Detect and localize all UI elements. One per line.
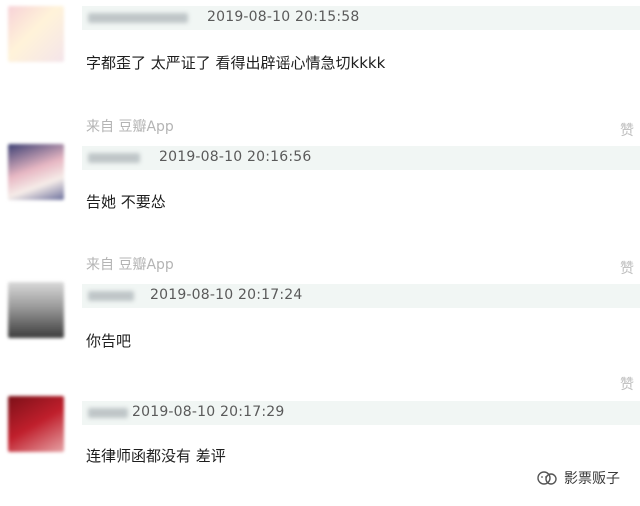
- avatar[interactable]: [8, 6, 64, 62]
- comment-meta: 赞: [0, 374, 640, 394]
- comment-text: 你告吧: [86, 332, 132, 350]
- timestamp: 2019-08-10 20:16:56: [159, 149, 312, 165]
- avatar[interactable]: [8, 144, 64, 200]
- like-button[interactable]: 赞: [620, 374, 634, 394]
- avatar[interactable]: [8, 282, 64, 338]
- comment-header: 2019-08-10 20:15:58: [82, 6, 640, 30]
- comment-text: 告她 不要怂: [86, 193, 166, 211]
- comment-text: 字都歪了 太严证了 看得出辟谣心情急切kkkk: [86, 54, 386, 72]
- username[interactable]: [88, 291, 134, 301]
- comment-header: 2019-08-10 20:16:56: [82, 146, 640, 170]
- wechat-official-account-icon: [537, 471, 557, 485]
- avatar[interactable]: [8, 396, 64, 452]
- username[interactable]: [88, 408, 128, 418]
- timestamp: 2019-08-10 20:17:29: [132, 404, 285, 420]
- comment-source: 来自 豆瓣App: [86, 119, 174, 135]
- comment-meta: 来自 豆瓣App 赞: [0, 116, 640, 139]
- comment-header: 2019-08-10 20:17:24: [82, 284, 640, 308]
- comment-source: 来自 豆瓣App: [86, 257, 174, 273]
- timestamp: 2019-08-10 20:15:58: [207, 9, 360, 25]
- watermark: 影票贩子: [536, 468, 620, 488]
- comment-header: 2019-08-10 20:17:29: [82, 401, 640, 425]
- username[interactable]: [88, 153, 140, 163]
- like-button[interactable]: 赞: [620, 258, 634, 278]
- timestamp: 2019-08-10 20:17:24: [150, 287, 303, 303]
- watermark-text: 影票贩子: [564, 471, 620, 487]
- comment-text: 连律师函都没有 差评: [86, 447, 226, 465]
- username[interactable]: [88, 13, 188, 23]
- comment-meta: 来自 豆瓣App 赞: [0, 254, 640, 277]
- like-button[interactable]: 赞: [620, 120, 634, 140]
